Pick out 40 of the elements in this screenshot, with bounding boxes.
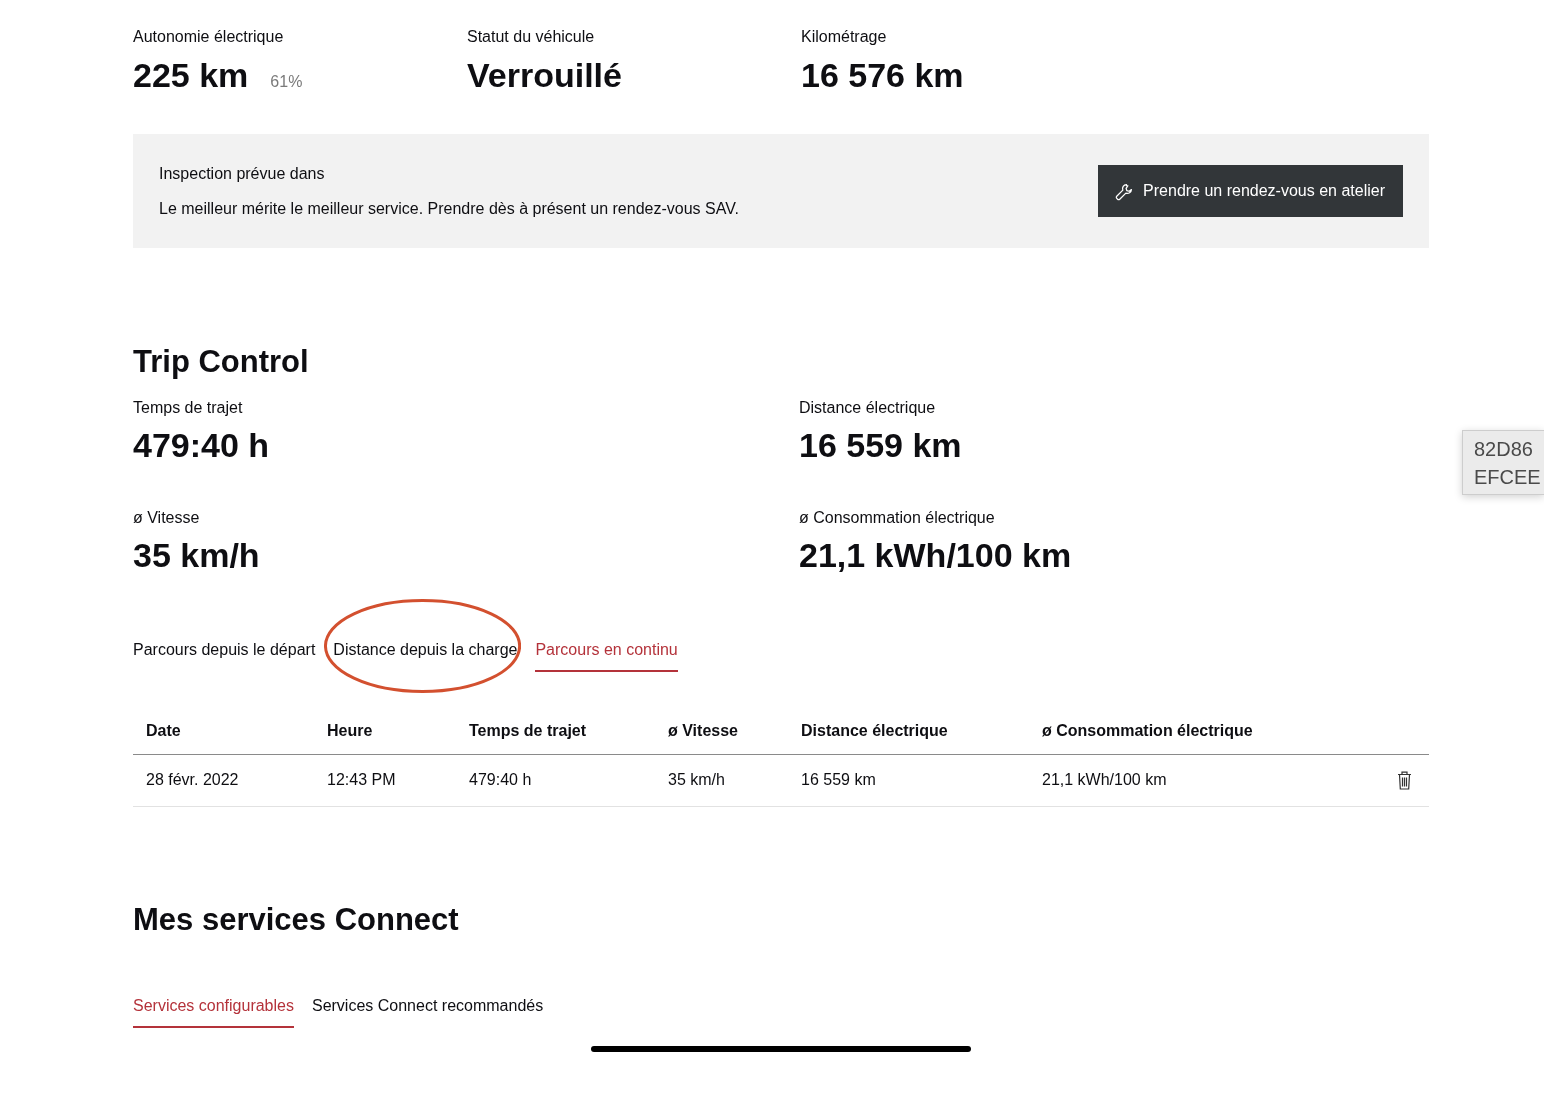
column-header: ø Consommation électrique — [1042, 721, 1253, 741]
stat-label: Autonomie électrique — [133, 27, 284, 47]
section-heading: Mes services Connect — [133, 901, 460, 939]
stat-value: Verrouillé — [467, 55, 622, 95]
table-cell: 28 févr. 2022 — [146, 770, 239, 790]
metric-value: 21,1 kWh/100 km — [799, 535, 1072, 575]
inspection-title: Inspection prévue dans — [159, 163, 325, 184]
wrench-icon — [1115, 181, 1135, 201]
metric-value: 16 559 km — [799, 425, 962, 465]
table-cell: 21,1 kWh/100 km — [1042, 770, 1167, 790]
trash-icon[interactable] — [1397, 770, 1412, 790]
table-cell: 35 km/h — [668, 770, 725, 790]
section-heading: Trip Control — [133, 343, 310, 381]
table-cell: 479:40 h — [469, 770, 532, 790]
column-header: ø Vitesse — [668, 721, 738, 741]
tab[interactable]: Services configurables — [133, 996, 294, 1028]
battery-percentage: 61% — [270, 72, 303, 92]
stat-label: Statut du véhicule — [467, 27, 595, 47]
code-label: 82D86 — [1474, 437, 1533, 462]
code-label: EFCEE — [1474, 465, 1541, 490]
table-cell: 12:43 PM — [327, 770, 396, 790]
metric-value: 35 km/h — [133, 535, 260, 575]
metric-label: ø Vitesse — [133, 508, 200, 528]
column-header: Date — [146, 721, 181, 741]
inspection-message: Le meilleur mérite le meilleur service. Prendre dès à présent un rendez-vous SAV. — [159, 198, 739, 219]
column-header: Heure — [327, 721, 373, 741]
column-header: Distance électrique — [801, 721, 948, 741]
column-header: Temps de trajet — [469, 721, 587, 741]
stat-value: 16 576 km — [801, 55, 964, 95]
metric-label: Distance électrique — [799, 398, 936, 418]
stat-value: 225 km — [133, 55, 249, 95]
tab[interactable]: Services Connect recommandés — [311, 996, 544, 1028]
tab[interactable]: Parcours en continu — [535, 640, 678, 672]
tab[interactable]: Parcours depuis le départ — [133, 640, 316, 672]
appointment-button[interactable]: Prendre un rendez-vous en atelier — [1098, 165, 1403, 217]
metric-label: Temps de trajet — [133, 398, 243, 418]
stat-label: Kilométrage — [801, 27, 887, 47]
metric-label: ø Consommation électrique — [799, 508, 995, 528]
table-cell: 16 559 km — [801, 770, 876, 790]
metric-value: 479:40 h — [133, 425, 270, 465]
